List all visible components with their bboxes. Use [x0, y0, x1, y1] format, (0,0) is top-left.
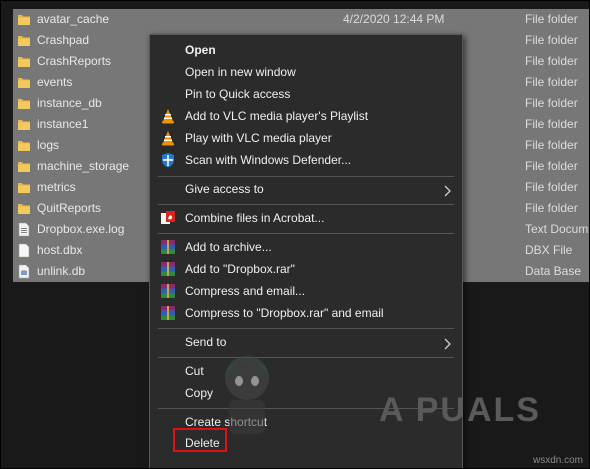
- file-name: instance1: [37, 117, 89, 131]
- menu-separator: [158, 233, 454, 234]
- menu-item-label: Scan with Windows Defender...: [185, 153, 352, 167]
- file-type: File folder: [525, 96, 578, 110]
- file-name: logs: [37, 138, 60, 152]
- database-file-icon: [17, 264, 31, 279]
- menu-item-label: Pin to Quick access: [185, 87, 291, 101]
- file-type: File folder: [525, 180, 578, 194]
- file-name: host.dbx: [37, 243, 83, 257]
- menu-item-label: Compress to "Dropbox.rar" and email: [185, 306, 384, 320]
- file-name: events: [37, 75, 73, 89]
- menu-item-add-archive[interactable]: Add to archive...: [150, 237, 462, 257]
- menu-item-scan-defender[interactable]: Scan with Windows Defender...: [150, 150, 462, 170]
- folder-icon: [17, 75, 31, 90]
- file-name: Crashpad: [37, 33, 90, 47]
- menu-item-label: Open in new window: [185, 65, 296, 79]
- chevron-right-icon: [444, 336, 452, 350]
- watermark-brand: A PUALS: [379, 391, 541, 429]
- file-row[interactable]: avatar_cache 4/2/2020 12:44 PM File folder: [13, 9, 589, 30]
- menu-item-compress-email[interactable]: Compress and email...: [150, 281, 462, 301]
- menu-item-open[interactable]: Open: [150, 40, 462, 60]
- acrobat-icon: [160, 210, 176, 226]
- mascot-watermark-icon: [225, 356, 269, 434]
- menu-item-label: Add to "Dropbox.rar": [185, 262, 295, 276]
- winrar-icon: [160, 305, 176, 321]
- folder-icon: [17, 159, 31, 174]
- menu-item-open-new-window[interactable]: Open in new window: [150, 62, 462, 82]
- file-type: File folder: [525, 12, 578, 26]
- menu-item-play-vlc[interactable]: Play with VLC media player: [150, 128, 462, 148]
- file-name: machine_storage: [37, 159, 130, 173]
- menu-item-combine-acrobat[interactable]: Combine files in Acrobat...: [150, 208, 462, 228]
- menu-item-add-dropbox-rar[interactable]: Add to "Dropbox.rar": [150, 259, 462, 279]
- vlc-icon: [160, 108, 176, 124]
- explorer-window: avatar_cache 4/2/2020 12:44 PM File folder…: [0, 0, 590, 469]
- winrar-icon: [160, 261, 176, 277]
- file-name: avatar_cache: [37, 12, 110, 26]
- file-name: unlink.db: [37, 264, 86, 278]
- menu-item-label: Open: [185, 43, 216, 57]
- menu-item-label: Play with VLC media player: [185, 131, 332, 145]
- menu-item-label: Add to archive...: [185, 240, 272, 254]
- file-name: QuitReports: [37, 201, 102, 215]
- menu-separator: [158, 176, 454, 177]
- menu-item-label: Compress and email...: [185, 284, 306, 298]
- file-type: File folder: [525, 159, 578, 173]
- file-type: Data Base: [525, 264, 582, 278]
- menu-separator: [158, 204, 454, 205]
- menu-item-pin-quick-access[interactable]: Pin to Quick access: [150, 84, 462, 104]
- file-name: Dropbox.exe.log: [37, 222, 125, 236]
- file-type: File folder: [525, 201, 578, 215]
- folder-icon: [17, 12, 31, 27]
- file-type: File folder: [525, 138, 578, 152]
- file-icon: [17, 243, 31, 258]
- folder-icon: [17, 96, 31, 111]
- menu-item-label: Add to VLC media player's Playlist: [185, 109, 369, 123]
- file-type: File folder: [525, 54, 578, 68]
- menu-item-add-vlc-playlist[interactable]: Add to VLC media player's Playlist: [150, 106, 462, 126]
- winrar-icon: [160, 239, 176, 255]
- file-type: DBX File: [525, 243, 573, 257]
- text-file-icon: [17, 222, 31, 237]
- folder-icon: [17, 201, 31, 216]
- file-name: metrics: [37, 180, 76, 194]
- file-type: File folder: [525, 117, 578, 131]
- windows-defender-icon: [160, 152, 176, 168]
- folder-icon: [17, 180, 31, 195]
- file-name: instance_db: [37, 96, 102, 110]
- menu-item-label: Combine files in Acrobat...: [185, 211, 325, 225]
- vlc-icon: [160, 130, 176, 146]
- file-date: 4/2/2020 12:44 PM: [343, 12, 445, 26]
- folder-icon: [17, 54, 31, 69]
- file-type: File folder: [525, 33, 578, 47]
- winrar-icon: [160, 283, 176, 299]
- menu-item-compress-dropbox-email[interactable]: Compress to "Dropbox.rar" and email: [150, 303, 462, 323]
- menu-item-give-access[interactable]: Give access to: [150, 179, 462, 199]
- menu-separator: [158, 328, 454, 329]
- folder-icon: [17, 117, 31, 132]
- file-name: CrashReports: [37, 54, 112, 68]
- menu-item-label: Give access to: [185, 182, 264, 196]
- folder-icon: [17, 138, 31, 153]
- file-type: File folder: [525, 75, 578, 89]
- file-type: Text Docum: [525, 222, 589, 236]
- folder-icon: [17, 33, 31, 48]
- chevron-right-icon: [444, 183, 452, 197]
- watermark-site: wsxdn.com: [532, 455, 583, 466]
